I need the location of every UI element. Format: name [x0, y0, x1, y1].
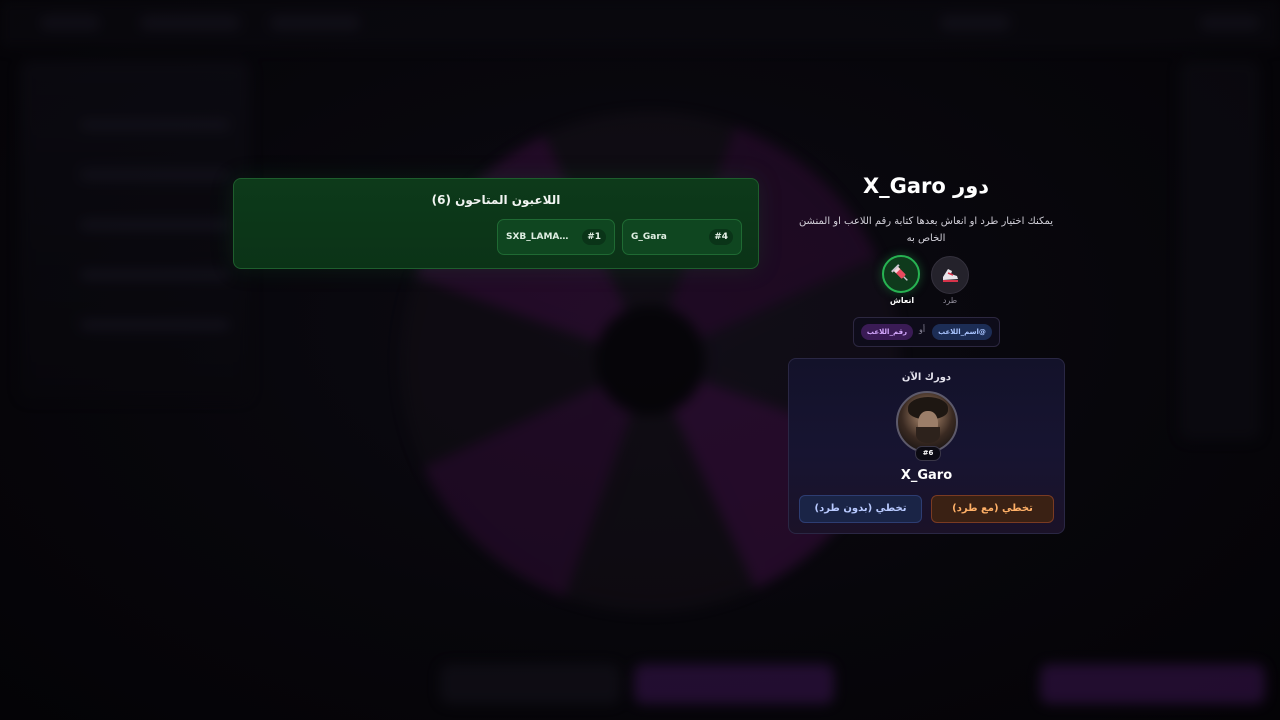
hint-or-text: أو [918, 325, 926, 334]
eligible-players-title: اللاعبون المتاحون (6) [431, 193, 561, 207]
avatar [896, 391, 958, 453]
turn-title: دور X_Garo [862, 174, 990, 198]
kick-label: طرد [942, 296, 958, 305]
background-topbar [0, 0, 1280, 48]
blurred-background [0, 0, 1280, 720]
player-chip[interactable]: #1 SXB_LAMAR1... [497, 219, 615, 255]
background-right-column [1180, 60, 1260, 440]
background-wheel-hub [595, 305, 705, 415]
current-turn-title: دورك الآن [901, 372, 952, 383]
skip-without-kick-button[interactable]: تخطي (بدون طرد) [799, 495, 922, 523]
mention-hint-pill: @اسم_اللاعب [932, 324, 992, 340]
eligible-players-panel: اللاعبون المتاحون (6) #4 G_Gara #1 SXB_L… [233, 178, 759, 269]
player-number: #1 [582, 229, 606, 245]
kick-button[interactable] [931, 256, 969, 294]
background-sidebar [20, 60, 250, 400]
player-name: SXB_LAMAR1... [506, 232, 574, 242]
revive-label: انعاش [889, 296, 915, 305]
skip-with-kick-button[interactable]: تخطي (مع طرد) [931, 495, 1054, 523]
turn-description: يمكنك اختيار طرد او انعاش بعدها كتابة رق… [798, 216, 1054, 244]
syringe-icon [891, 264, 908, 281]
number-hint-pill: رقم_اللاعب [861, 324, 913, 340]
player-chip[interactable]: #4 G_Gara [622, 219, 742, 255]
current-player-name: X_Garo [900, 468, 953, 483]
player-number-badge: #6 [915, 446, 941, 461]
current-turn-card: دورك الآن #6 X_Garo تخطي (مع طرد) تخطي (… [788, 358, 1065, 534]
player-name: G_Gara [631, 232, 667, 242]
player-number: #4 [709, 229, 733, 245]
revive-button[interactable] [882, 255, 920, 293]
boot-icon [943, 269, 958, 282]
game-screen: اللاعبون المتاحون (6) #4 G_Gara #1 SXB_L… [0, 0, 1280, 720]
input-hint-box: @اسم_اللاعب أو رقم_اللاعب [853, 317, 1000, 347]
